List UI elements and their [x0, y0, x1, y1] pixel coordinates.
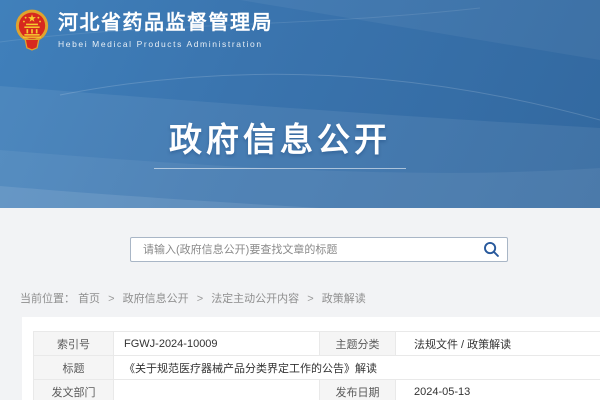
breadcrumb-separator: > — [108, 293, 114, 305]
breadcrumb-label: 当前位置： — [20, 293, 75, 305]
issuing-department-value — [114, 380, 320, 400]
table-row: 发文部门 发布日期 2024-05-13 — [34, 380, 600, 400]
breadcrumb: 当前位置： 首页 > 政府信息公开 > 法定主动公开内容 > 政策解读 — [20, 290, 366, 306]
issuing-department-label: 发文部门 — [34, 380, 114, 400]
document-card: 索引号 FGWJ-2024-10009 主题分类 法规文件 / 政策解读 标题 … — [22, 317, 600, 400]
page-title: 政府信息公开 — [0, 113, 560, 161]
breadcrumb-item-statutory-disclosure[interactable]: 法定主动公开内容 — [211, 293, 299, 305]
title-underline — [154, 168, 406, 169]
document-info-table: 索引号 FGWJ-2024-10009 主题分类 法规文件 / 政策解读 标题 … — [33, 331, 600, 400]
breadcrumb-item-home[interactable]: 首页 — [78, 293, 100, 305]
document-title-link[interactable]: 《关于规范医疗器械产品分类界定工作的公告》解读 — [114, 356, 600, 380]
index-number-value: FGWJ-2024-10009 — [114, 332, 320, 356]
title-label: 标题 — [34, 356, 114, 380]
search-icon — [483, 241, 500, 258]
table-row: 索引号 FGWJ-2024-10009 主题分类 法规文件 / 政策解读 — [34, 332, 600, 356]
site-logo[interactable]: 河北省药品监督管理局 Hebei Medical Products Admini… — [15, 8, 273, 52]
agency-name-block: 河北省药品监督管理局 Hebei Medical Products Admini… — [58, 11, 273, 49]
table-row: 标题 《关于规范医疗器械产品分类界定工作的公告》解读 — [34, 356, 600, 380]
content-area: 当前位置： 首页 > 政府信息公开 > 法定主动公开内容 > 政策解读 索引号 … — [0, 208, 600, 400]
breadcrumb-separator: > — [307, 293, 313, 305]
subject-category-label: 主题分类 — [320, 332, 396, 356]
national-emblem-icon — [15, 8, 49, 52]
publish-date-label: 发布日期 — [320, 380, 396, 400]
subject-category-value: 法规文件 / 政策解读 — [396, 332, 600, 356]
index-number-label: 索引号 — [34, 332, 114, 356]
page: 河北省药品监督管理局 Hebei Medical Products Admini… — [0, 0, 600, 400]
breadcrumb-item-policy-interpretation[interactable]: 政策解读 — [322, 293, 366, 305]
agency-name-en: Hebei Medical Products Administration — [58, 39, 273, 49]
search-input[interactable] — [130, 237, 508, 262]
publish-date-value: 2024-05-13 — [396, 380, 600, 400]
breadcrumb-item-gov-info[interactable]: 政府信息公开 — [123, 293, 189, 305]
search-button[interactable] — [476, 238, 506, 261]
hero-banner: 河北省药品监督管理局 Hebei Medical Products Admini… — [0, 0, 600, 208]
breadcrumb-separator: > — [197, 293, 203, 305]
search-bar — [130, 237, 508, 262]
agency-name: 河北省药品监督管理局 — [58, 11, 273, 35]
